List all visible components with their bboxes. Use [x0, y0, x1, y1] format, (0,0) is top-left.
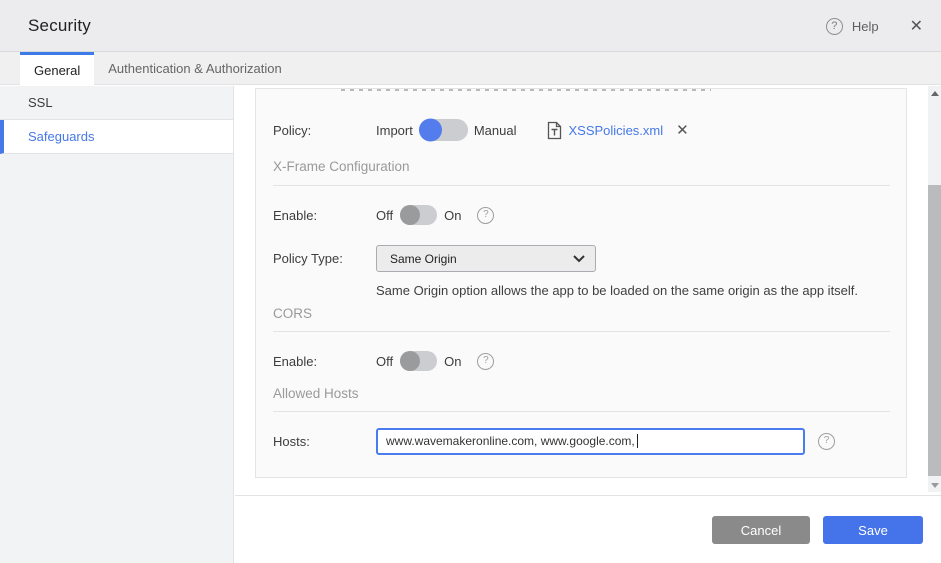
xframe-on-label: On — [444, 207, 462, 223]
scroll-up-icon[interactable] — [928, 86, 941, 100]
xml-file-icon — [548, 121, 562, 139]
xframe-enable-row: Enable: Off On ? — [273, 202, 890, 228]
safeguards-panel: Policy: Import Manual XSSPolicies.xml ✕ … — [255, 88, 907, 478]
xframe-off-label: Off — [376, 207, 394, 223]
tab-bar: General Authentication & Authorization — [0, 52, 941, 85]
vertical-scrollbar[interactable] — [928, 86, 941, 492]
footer-divider — [235, 495, 941, 496]
cors-enable-toggle[interactable] — [400, 351, 438, 371]
xframe-section-title: X-Frame Configuration — [273, 159, 410, 174]
clipped-scrolled-text — [341, 89, 711, 91]
help-link[interactable]: Help — [852, 19, 879, 34]
policy-type-description: Same Origin option allows the app to be … — [376, 282, 859, 298]
header-actions: ? Help ✕ — [825, 0, 923, 52]
policy-row: Policy: Import Manual XSSPolicies.xml ✕ — [273, 117, 890, 143]
allowed-hosts-section-title: Allowed Hosts — [273, 386, 359, 401]
xframe-toggle-knob — [400, 205, 421, 225]
main-area: Policy: Import Manual XSSPolicies.xml ✕ … — [235, 86, 941, 563]
cors-section-title: CORS — [273, 306, 313, 321]
chevron-down-icon — [573, 254, 585, 262]
policy-toggle[interactable] — [418, 118, 468, 142]
hosts-input[interactable]: www.wavemakeronline.com, www.google.com, — [376, 427, 805, 455]
policy-type-row: Policy Type: Same Origin — [273, 245, 890, 272]
cancel-button[interactable]: Cancel — [712, 516, 810, 544]
cors-on-label: On — [444, 353, 462, 369]
text-caret — [636, 434, 638, 448]
sidebar-item-safeguards[interactable]: Safeguards — [0, 120, 233, 154]
hosts-input-value: www.wavemakeronline.com, www.google.com, — [386, 434, 635, 448]
policy-file-link[interactable]: XSSPolicies.xml — [568, 123, 663, 138]
remove-file-icon[interactable]: ✕ — [676, 121, 689, 139]
sidebar: SSL Safeguards — [0, 86, 234, 563]
security-dialog: Security ? Help ✕ General Authentication… — [0, 0, 941, 563]
allowed-hosts-section-divider — [273, 411, 890, 412]
xframe-help-icon[interactable]: ? — [477, 206, 495, 224]
scroll-down-icon[interactable] — [928, 478, 941, 492]
save-button[interactable]: Save — [823, 516, 923, 544]
xframe-enable-toggle[interactable] — [400, 205, 438, 225]
hosts-help-icon[interactable]: ? — [818, 432, 835, 450]
policy-manual-label[interactable]: Manual — [474, 123, 517, 138]
cors-help-icon[interactable]: ? — [477, 352, 495, 370]
scrollbar-thumb[interactable] — [928, 185, 941, 476]
policy-type-label: Policy Type: — [273, 251, 343, 266]
hosts-label: Hosts: — [273, 433, 310, 449]
policy-type-description-row: Same Origin option allows the app to be … — [273, 282, 890, 298]
xframe-section-divider — [273, 185, 890, 186]
hosts-row: Hosts: www.wavemakeronline.com, www.goog… — [273, 427, 890, 455]
policy-label: Policy: — [273, 122, 312, 138]
cors-toggle-knob — [400, 351, 421, 371]
sidebar-item-ssl[interactable]: SSL — [0, 86, 233, 120]
policy-file: XSSPolicies.xml ✕ — [546, 121, 689, 140]
tab-authentication-authorization[interactable]: Authentication & Authorization — [94, 52, 295, 85]
help-icon[interactable]: ? — [825, 17, 843, 35]
xframe-enable-label: Enable: — [273, 207, 318, 223]
tab-general[interactable]: General — [20, 52, 95, 85]
page-title: Security — [28, 15, 92, 35]
close-icon[interactable]: ✕ — [910, 16, 923, 36]
cors-section-divider — [273, 331, 890, 332]
policy-type-value: Same Origin — [390, 251, 457, 266]
policy-toggle-knob — [418, 118, 442, 142]
policy-type-select[interactable]: Same Origin — [376, 245, 596, 272]
cors-enable-row: Enable: Off On ? — [273, 348, 890, 374]
policy-import-label[interactable]: Import — [376, 123, 413, 138]
dialog-header: Security ? Help ✕ — [0, 0, 941, 52]
cors-enable-label: Enable: — [273, 353, 318, 369]
cors-off-label: Off — [376, 353, 394, 369]
